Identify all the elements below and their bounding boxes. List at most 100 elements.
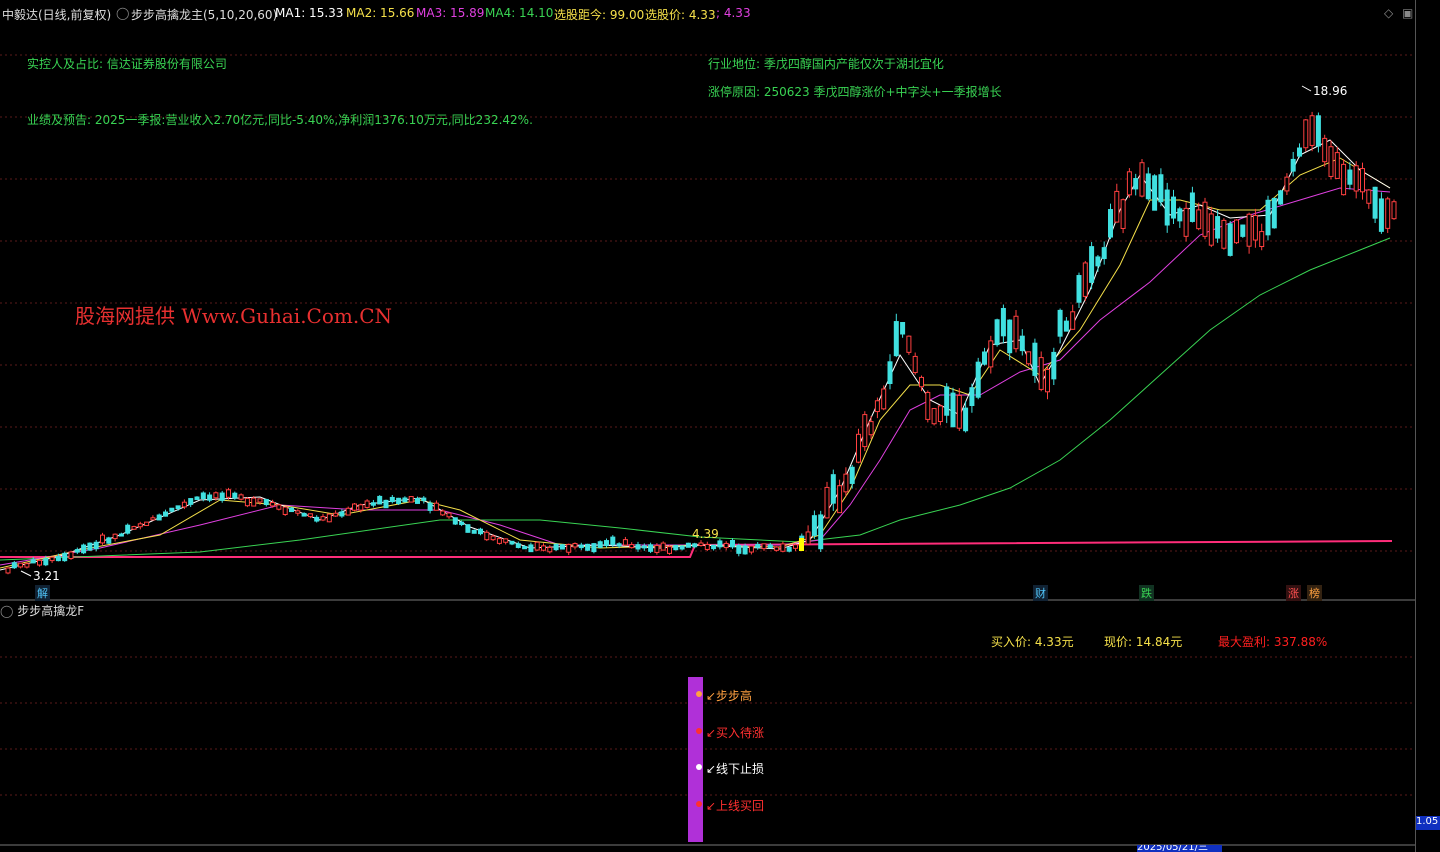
max-profit-label: 最大盈利: 337.88% [1218, 635, 1328, 649]
candle [622, 539, 628, 546]
candle [736, 544, 742, 554]
candle [219, 492, 225, 501]
candle [326, 513, 332, 523]
candle [975, 361, 981, 398]
candle [270, 501, 276, 507]
candle [1328, 146, 1334, 177]
candle [629, 544, 635, 549]
candle [440, 510, 446, 516]
candle [780, 543, 786, 552]
candle [742, 545, 748, 555]
candle [862, 414, 868, 448]
candle [427, 502, 433, 511]
candle [1334, 152, 1340, 179]
candle [396, 497, 402, 505]
candle [522, 546, 528, 550]
candle [868, 421, 874, 436]
event-tag-die[interactable]: 跌 [1139, 585, 1154, 601]
price-axis[interactable]: 1.05 [1415, 0, 1440, 852]
candle [1252, 215, 1258, 241]
candle [289, 507, 294, 513]
candle [774, 546, 780, 551]
candle [30, 559, 36, 564]
candle [106, 537, 112, 544]
limit-up-reason: 涨停原因: 250623 季戊四醇涨价+中字头+一季报增长 [708, 85, 1002, 99]
candle [1038, 357, 1044, 390]
candle [389, 496, 395, 503]
candle [1378, 198, 1384, 232]
candle [1145, 173, 1151, 200]
signal-bar [688, 677, 703, 842]
candle [1189, 192, 1195, 222]
candle [1019, 335, 1025, 352]
event-tag-jie[interactable]: 解 [35, 585, 50, 601]
candle [1000, 307, 1006, 337]
candle [944, 386, 950, 416]
candle [698, 542, 704, 546]
sub-panel-toggle-icon[interactable]: ◯ [0, 604, 13, 618]
event-tag-zhang[interactable]: 涨 [1286, 585, 1301, 601]
candle [692, 543, 698, 548]
candle [900, 322, 906, 335]
candle [597, 541, 603, 548]
candle [887, 361, 893, 384]
industry-info: 行业地位: 季戊四醇国内产能仅次于湖北宜化 [708, 57, 944, 71]
candle [1259, 231, 1265, 248]
candle [919, 376, 924, 388]
event-tag-cai[interactable]: 财 [1033, 585, 1048, 601]
candle [786, 546, 792, 552]
candle [320, 516, 326, 521]
signal-step-high: ↙步步高 [706, 689, 753, 703]
candle [68, 551, 74, 560]
candle [793, 544, 798, 549]
candle [244, 497, 250, 507]
event-tag-bang[interactable]: 榜 [1307, 585, 1322, 601]
candle [156, 514, 162, 521]
candle [478, 528, 483, 535]
high-price-label: 18.96 [1313, 84, 1347, 98]
candle [931, 408, 937, 425]
candle [553, 543, 559, 551]
axis-cursor-value: 1.05 [1416, 816, 1440, 830]
candle [566, 543, 572, 553]
candle [1045, 369, 1050, 393]
candle [144, 521, 150, 527]
candle [452, 517, 458, 525]
candle [163, 511, 168, 517]
candle [55, 556, 61, 562]
candle [1139, 162, 1145, 197]
candle [1271, 197, 1277, 229]
candle [1315, 115, 1321, 147]
current-price-label: 现价: 14.84元 [1104, 635, 1183, 649]
candle [969, 387, 975, 406]
candle [1227, 223, 1233, 256]
select-price-marker: 4.39 [692, 527, 719, 541]
candle [1360, 168, 1365, 193]
candle [415, 498, 420, 504]
candle [874, 400, 880, 413]
candle [49, 556, 55, 562]
candle [1215, 216, 1221, 239]
candle [1076, 275, 1082, 303]
candle [1057, 309, 1063, 337]
candle [755, 543, 761, 548]
sub-panel-title[interactable]: ◯ 步步高擒龙F [0, 602, 84, 619]
candle [906, 335, 912, 353]
sub-panel-name[interactable]: 步步高擒龙F [17, 604, 84, 618]
low-price-label: 3.21 [33, 569, 60, 583]
candle [1007, 319, 1013, 354]
candle [1183, 207, 1189, 237]
candle [402, 497, 408, 503]
candle [1372, 186, 1378, 219]
candle [87, 542, 93, 551]
candle [137, 523, 143, 528]
candle [893, 321, 899, 357]
candle [345, 507, 351, 516]
candle [465, 524, 471, 533]
candle [257, 498, 263, 503]
candle [333, 512, 339, 517]
candle [988, 340, 994, 368]
candle [213, 492, 219, 499]
candle [679, 545, 685, 550]
candle [1341, 163, 1347, 196]
